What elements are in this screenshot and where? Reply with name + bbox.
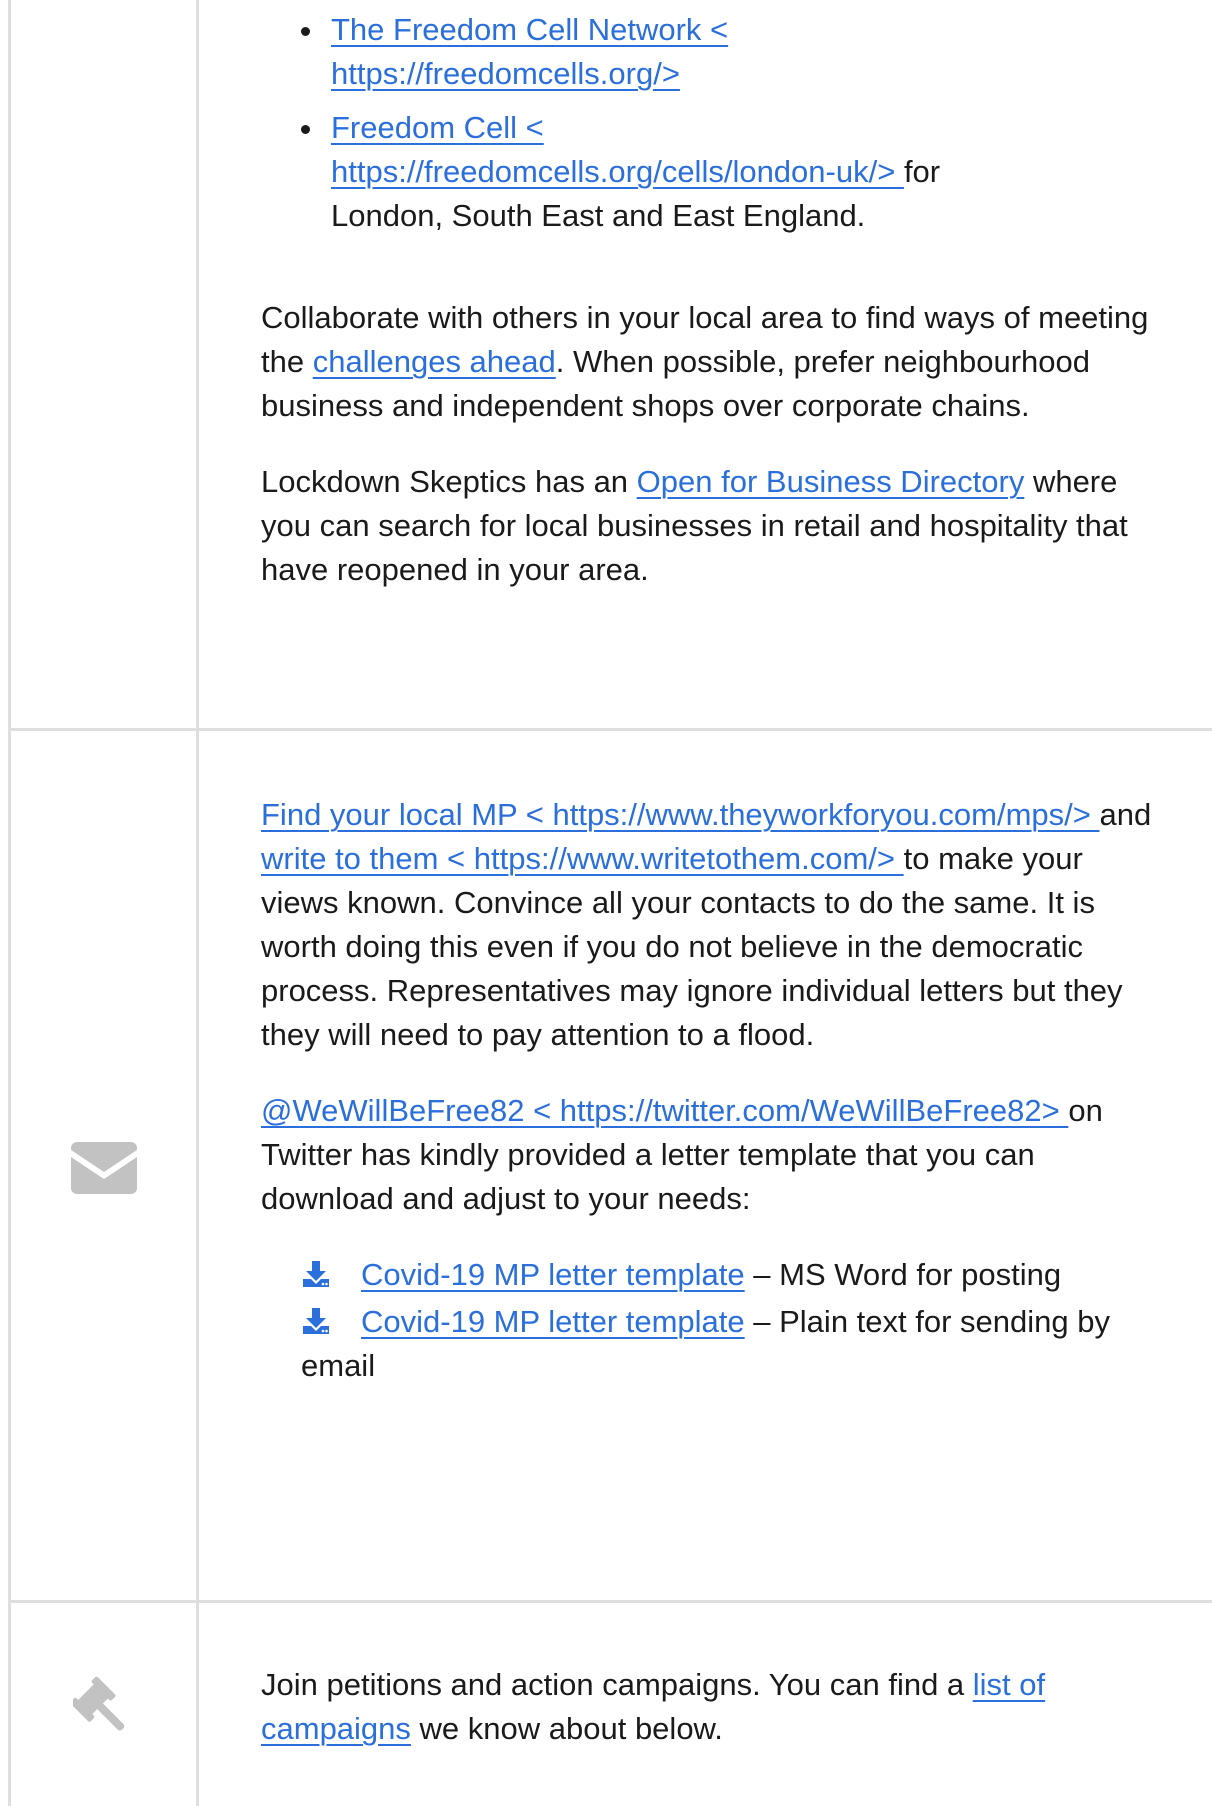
challenges-ahead-link[interactable]: challenges ahead <box>313 344 556 379</box>
freedom-cell-london-link[interactable]: Freedom Cell < https://freedomcells.org/c… <box>331 110 904 189</box>
list-item: Freedom Cell < https://freedomcells.org/c… <box>231 106 1165 238</box>
mp-letter-word-link[interactable]: Covid-19 MP letter template <box>361 1257 745 1292</box>
find-local-mp-link[interactable]: Find your local MP < https://www.theywor… <box>261 797 1099 832</box>
freedom-cell-list: The Freedom Cell Network < https://freedo… <box>231 8 1165 238</box>
table-row-petitions: Join petitions and action campaigns. You… <box>11 1600 1212 1806</box>
write-mp-paragraph: Find your local MP < https://www.theywor… <box>261 797 1152 1052</box>
downloads-list: Covid-19 MP letter template – MS Word fo… <box>261 1253 1165 1388</box>
download-item: Covid-19 MP letter template – MS Word fo… <box>261 1253 1165 1297</box>
envelope-icon <box>71 1142 137 1194</box>
download-icon <box>303 1308 329 1334</box>
table-row-write-mp: Find your local MP < https://www.theywor… <box>11 728 1212 1602</box>
row-content: Find your local MP < https://www.theywor… <box>261 793 1165 1388</box>
row-content: The Freedom Cell Network < https://freedo… <box>261 8 1165 592</box>
download-item: Covid-19 MP letter template – Plain text… <box>301 1304 1110 1383</box>
list-item: The Freedom Cell Network < https://freedo… <box>231 8 1165 96</box>
collaborate-paragraph: Collaborate with others in your local ar… <box>261 300 1149 423</box>
list-item-text: for <box>903 154 941 189</box>
petitions-paragraph: Join petitions and action campaigns. You… <box>261 1667 1046 1746</box>
row-icon-cell <box>11 0 199 730</box>
directory-paragraph: Lockdown Skeptics has an Open for Busine… <box>261 464 1128 587</box>
wewillbefree82-link[interactable]: @WeWillBeFree82 < https://twitter.com/We… <box>261 1093 1068 1128</box>
list-item-text: London, South East and East England. <box>331 198 866 233</box>
row-icon-cell <box>11 731 199 1602</box>
row-content: Join petitions and action campaigns. You… <box>261 1663 1165 1751</box>
write-to-them-link[interactable]: write to them < https://www.writetothem.… <box>261 841 904 876</box>
row-icon-cell <box>11 1603 199 1806</box>
freedom-cell-network-link[interactable]: The Freedom Cell Network < https://freedo… <box>331 12 728 91</box>
mp-letter-text-link[interactable]: Covid-19 MP letter template <box>361 1304 745 1339</box>
gavel-icon <box>73 1676 125 1731</box>
content-table: The Freedom Cell Network < https://freedo… <box>8 0 1212 1806</box>
letter-template-paragraph: @WeWillBeFree82 < https://twitter.com/We… <box>261 1093 1103 1216</box>
download-icon <box>303 1261 329 1287</box>
open-for-business-link[interactable]: Open for Business Directory <box>637 464 1025 499</box>
table-row-community: The Freedom Cell Network < https://freedo… <box>11 0 1212 730</box>
